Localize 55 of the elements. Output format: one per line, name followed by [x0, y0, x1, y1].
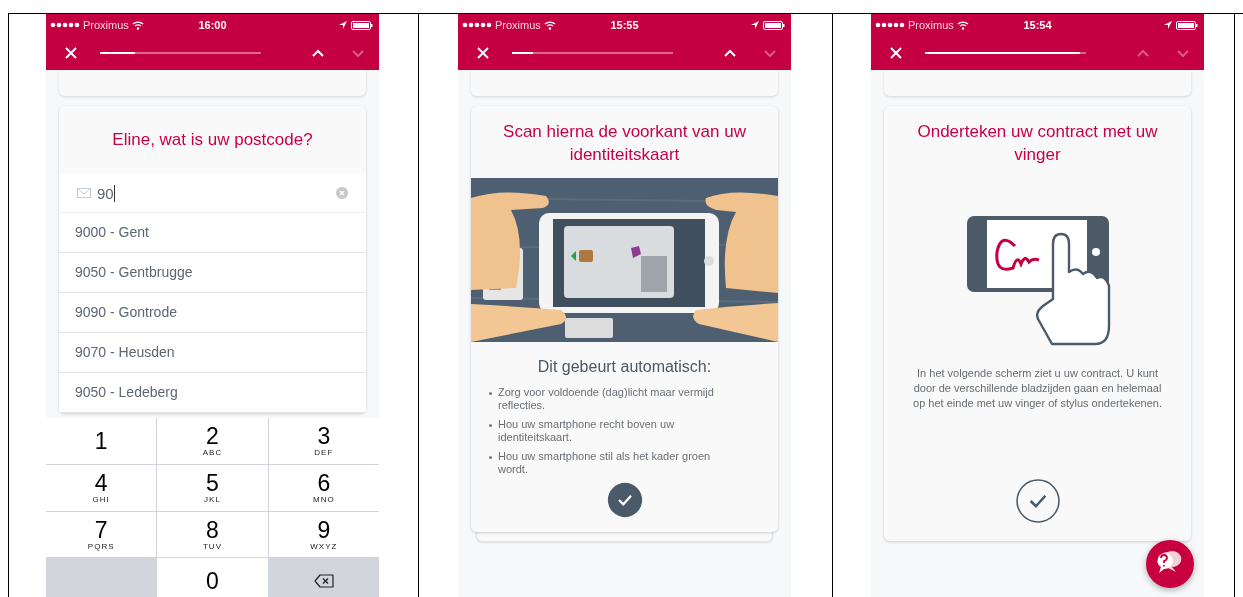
bullet-icon — [489, 456, 492, 459]
battery-icon — [1176, 20, 1198, 30]
carrier-name: Proximus — [908, 19, 954, 31]
bullet-text: Hou uw smartphone recht boven uw identiteitskaart. — [498, 418, 676, 444]
instruction-text: In het volgende scherm ziet u uw contract. U kunt door de verschillende bladzijden gaan en helemaal op het einde met uw vinger of stylus ondertekenen. — [912, 366, 1163, 411]
digit-key[interactable]: 3 DEF — [268, 418, 379, 464]
wifi-icon — [131, 20, 144, 30]
digit-key[interactable]: 0 — [157, 558, 268, 597]
carrier-name: Proximus — [83, 19, 129, 31]
backspace-icon — [313, 574, 334, 589]
card-title: Onderteken uw contract met uw vinger — [916, 121, 1159, 166]
confirm-check-button[interactable] — [1015, 479, 1060, 523]
signal-icon — [462, 21, 492, 29]
close-icon[interactable] — [476, 46, 490, 60]
location-arrow-icon — [1163, 20, 1173, 30]
digit-key[interactable]: 4 GHI — [46, 464, 157, 511]
status-time: 15:55 — [610, 19, 639, 31]
bullet-icon — [489, 424, 492, 427]
digit-key[interactable]: 6 MNO — [268, 464, 379, 511]
help-chat-button[interactable] — [1146, 540, 1194, 588]
signal-icon — [50, 21, 80, 29]
suggestion-item[interactable]: 9000 - Gent — [59, 213, 366, 253]
suggestion-item[interactable]: 9090 - Gontrode — [59, 293, 366, 333]
location-arrow-icon — [338, 20, 348, 30]
digit-key[interactable]: 8 TUV — [157, 511, 268, 558]
envelope-icon — [77, 188, 91, 198]
confirm-check-button[interactable] — [606, 482, 643, 518]
carrier-name: Proximus — [495, 19, 541, 31]
suggestion-item[interactable]: 9050 - Ledeberg — [59, 373, 366, 413]
wifi-icon — [956, 20, 969, 30]
close-icon[interactable] — [889, 46, 903, 60]
signal-icon — [875, 21, 905, 29]
digit-key[interactable]: 7 PQRS — [46, 511, 157, 558]
location-arrow-icon — [750, 20, 760, 30]
bullet-text: Hou uw smartphone stil als het kader groen wordt. — [498, 450, 712, 476]
status-time: 15:54 — [1023, 19, 1052, 31]
battery-icon — [351, 20, 373, 30]
digit-key[interactable]: 1 — [46, 418, 157, 464]
wifi-icon — [543, 20, 556, 30]
close-icon[interactable] — [64, 46, 78, 60]
digit-key[interactable]: 9 WXYZ — [268, 511, 379, 558]
card-title: Eline, wat is uw postcode? — [111, 129, 314, 151]
bullet-icon — [489, 392, 492, 395]
battery-icon — [763, 20, 785, 30]
suggestion-item[interactable]: 9070 - Heusden — [59, 333, 366, 373]
status-time: 16:00 — [198, 19, 227, 31]
bullet-text: Zorg voor voldoende (dag)licht maar vermijd reflecties. — [498, 386, 715, 412]
card-title: Scan hierna de voorkant van uw identiteitskaart — [502, 121, 747, 166]
digit-key[interactable]: 5 JKL — [157, 464, 268, 511]
chevron-up-icon[interactable] — [311, 47, 325, 59]
suggestion-item[interactable]: 9050 - Gentbrugge — [59, 253, 366, 293]
digit-key[interactable]: 2 ABC — [157, 418, 268, 464]
chevron-up-icon[interactable] — [723, 47, 737, 59]
section-heading: Dit gebeurt automatisch: — [537, 358, 712, 376]
postcode-field[interactable]: 90 — [59, 174, 366, 213]
